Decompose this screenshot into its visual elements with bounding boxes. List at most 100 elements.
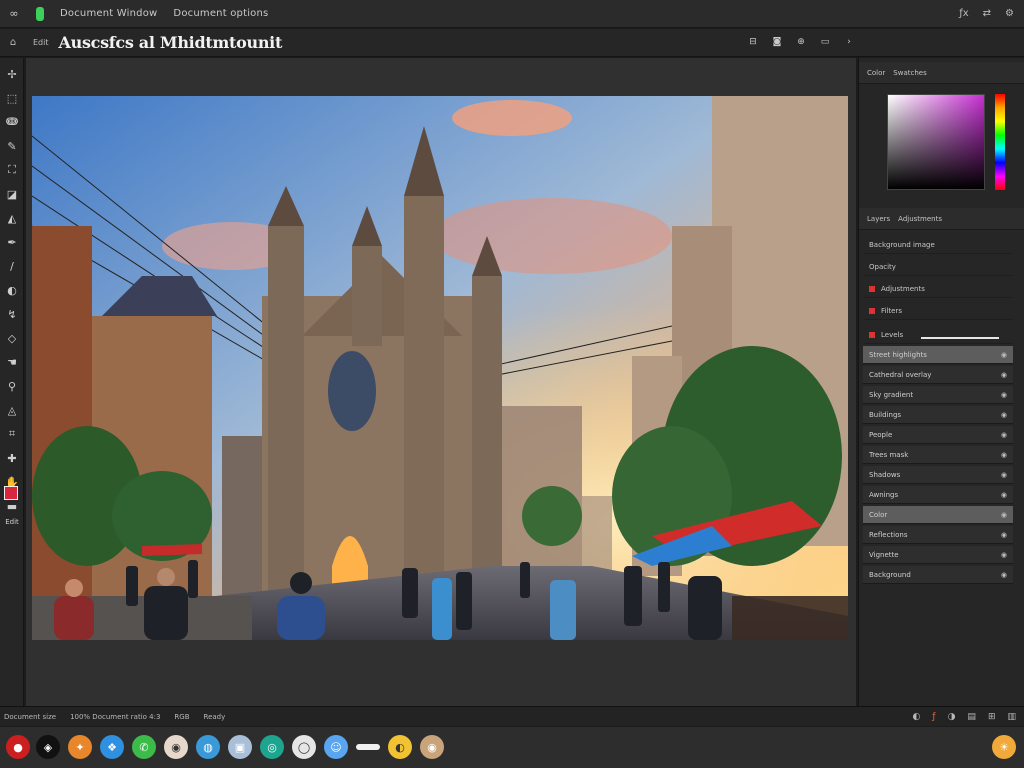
prop-row[interactable]: Filters bbox=[863, 302, 1013, 320]
marquee-tool-icon[interactable]: ⬚ bbox=[2, 88, 22, 108]
layer-row[interactable]: Cathedral overlay ◉ bbox=[863, 366, 1013, 384]
mask-icon[interactable]: ◐ bbox=[913, 712, 921, 722]
new-layer-icon[interactable]: ⊞ bbox=[988, 712, 996, 722]
swap-icon[interactable]: ⇄ bbox=[983, 8, 991, 19]
visibility-eye-icon[interactable]: ◉ bbox=[1001, 471, 1007, 479]
settings-icon[interactable]: ⚙ bbox=[1005, 8, 1014, 19]
chrome-dock-icon[interactable]: ◐ bbox=[388, 735, 412, 759]
layer-name: Vignette bbox=[869, 550, 899, 559]
camera-icon[interactable]: ◙ bbox=[770, 37, 784, 49]
adjust-icon[interactable]: ◑ bbox=[948, 712, 956, 722]
tab-swatches[interactable]: Swatches bbox=[893, 69, 926, 77]
teal-app-dock-icon[interactable]: ◎ bbox=[260, 735, 284, 759]
heal-tool-icon[interactable]: ✚ bbox=[2, 448, 22, 468]
layer-row[interactable]: People ◉ bbox=[863, 426, 1013, 444]
tools-label: Edit bbox=[5, 518, 19, 526]
menu-item-document-window[interactable]: Document Window bbox=[60, 8, 157, 19]
pill-dock-icon[interactable] bbox=[356, 744, 380, 750]
photos-dock-icon[interactable]: ◉ bbox=[164, 735, 188, 759]
prop-row[interactable]: Opacity bbox=[863, 258, 1013, 276]
fx-small-icon[interactable]: ƒ bbox=[932, 712, 935, 722]
text-tool-icon[interactable]: ◐ bbox=[2, 280, 22, 300]
layer-row[interactable]: Buildings ◉ bbox=[863, 406, 1013, 424]
visibility-eye-icon[interactable]: ◉ bbox=[1001, 411, 1007, 419]
document-tag[interactable]: Edit bbox=[33, 38, 49, 47]
hue-slider[interactable] bbox=[995, 94, 1005, 190]
brush-tool-icon[interactable]: ✎ bbox=[2, 136, 22, 156]
layer-row[interactable]: Trees mask ◉ bbox=[863, 446, 1013, 464]
dodge-tool-icon[interactable]: / bbox=[2, 256, 22, 276]
prop-row[interactable]: Background image bbox=[863, 236, 1013, 254]
app-dock: ● ◈ ✦ ❖ ✆ ◉ ◍ ▣ ◎ ◯ ☺ ◐ ◉ ☀ bbox=[0, 727, 1024, 768]
trash-icon[interactable]: ▥ bbox=[1007, 712, 1016, 722]
visibility-eye-icon[interactable]: ◉ bbox=[1001, 431, 1007, 439]
visibility-eye-icon[interactable]: ◉ bbox=[1001, 351, 1007, 359]
camera-dock-icon[interactable]: ◉ bbox=[420, 735, 444, 759]
layer-row[interactable]: Vignette ◉ bbox=[863, 546, 1013, 564]
layer-name: Cathedral overlay bbox=[869, 370, 932, 379]
home-icon[interactable]: ⌂ bbox=[5, 37, 21, 48]
visibility-eye-icon[interactable]: ◉ bbox=[1001, 451, 1007, 459]
prop-row[interactable]: Adjustments bbox=[863, 280, 1013, 298]
layer-row[interactable]: Reflections ◉ bbox=[863, 526, 1013, 544]
layer-row[interactable]: Street highlights ◉ bbox=[863, 346, 1013, 364]
layer-row[interactable]: Awnings ◉ bbox=[863, 486, 1013, 504]
menu-bar: ∞ Document Window Document options ƒx ⇄ … bbox=[0, 0, 1024, 28]
preview-dock-icon[interactable]: ▣ bbox=[228, 735, 252, 759]
color-picker-field[interactable] bbox=[887, 94, 985, 190]
visibility-eye-icon[interactable]: ◉ bbox=[1001, 511, 1007, 519]
status-bar: Document size 100% Document ratio 4:3 RG… bbox=[0, 706, 1024, 726]
foreground-color-swatch[interactable] bbox=[4, 486, 18, 500]
zoom-tool-icon[interactable]: ⚲ bbox=[2, 376, 22, 396]
finder-dock-icon[interactable]: ☺ bbox=[324, 735, 348, 759]
move-tool-icon[interactable]: ✢ bbox=[2, 64, 22, 84]
shape-tool-icon[interactable]: ◇ bbox=[2, 328, 22, 348]
eyedropper-tool-icon[interactable]: ◬ bbox=[2, 400, 22, 420]
menu-item-document-options[interactable]: Document options bbox=[173, 8, 268, 19]
status-zoom[interactable]: 100% Document ratio 4:3 bbox=[70, 713, 160, 721]
layer-row[interactable]: Background ◉ bbox=[863, 566, 1013, 584]
app-logo-icon[interactable]: ∞ bbox=[6, 6, 22, 22]
prop-row[interactable]: Levels bbox=[863, 326, 1013, 344]
eraser-tool-icon[interactable]: ◪ bbox=[2, 184, 22, 204]
visibility-eye-icon[interactable]: ◉ bbox=[1001, 531, 1007, 539]
blue-app-dock-icon[interactable]: ❖ bbox=[100, 735, 124, 759]
frame-icon[interactable]: ▭ bbox=[818, 37, 832, 49]
stamp-tool-icon[interactable]: ⛶ bbox=[2, 160, 22, 180]
layer-row[interactable]: Shadows ◉ bbox=[863, 466, 1013, 484]
prop-label: Opacity bbox=[869, 262, 896, 271]
white-app-dock-icon[interactable]: ◯ bbox=[292, 735, 316, 759]
lasso-tool-icon[interactable]: ↈ bbox=[2, 112, 22, 132]
visibility-eye-icon[interactable]: ◉ bbox=[1001, 491, 1007, 499]
visibility-eye-icon[interactable]: ◉ bbox=[1001, 551, 1007, 559]
canvas-photo[interactable] bbox=[32, 96, 848, 640]
crop-tool-icon[interactable]: ⌗ bbox=[2, 424, 22, 444]
globe-dock-icon[interactable]: ◍ bbox=[196, 735, 220, 759]
orange-app-dock-icon[interactable]: ✦ bbox=[68, 735, 92, 759]
visibility-eye-icon[interactable]: ◉ bbox=[1001, 571, 1007, 579]
pen-tool-icon[interactable]: ✒ bbox=[2, 232, 22, 252]
visibility-eye-icon[interactable]: ◉ bbox=[1001, 371, 1007, 379]
tab-adjustments[interactable]: Adjustments bbox=[898, 215, 942, 223]
tab-layers[interactable]: Layers bbox=[867, 215, 890, 223]
hand-tool-icon[interactable]: ☚ bbox=[2, 352, 22, 372]
indicator-icon bbox=[869, 285, 875, 292]
align-left-icon[interactable]: ⊟ bbox=[746, 37, 760, 49]
record-dock-icon[interactable]: ● bbox=[6, 735, 30, 759]
layer-row[interactable]: Sky gradient ◉ bbox=[863, 386, 1013, 404]
fx-icon[interactable]: ƒx bbox=[959, 8, 968, 19]
chevron-right-icon[interactable]: › bbox=[842, 37, 856, 49]
layer-row[interactable]: Color ◉ bbox=[863, 506, 1013, 524]
messages-dock-icon[interactable]: ✆ bbox=[132, 735, 156, 759]
status-color-mode: RGB bbox=[174, 712, 190, 721]
opacity-slider[interactable] bbox=[921, 337, 999, 339]
tab-color[interactable]: Color bbox=[867, 69, 885, 77]
sun-dock-icon[interactable]: ☀ bbox=[992, 735, 1016, 759]
path-tool-icon[interactable]: ↯ bbox=[2, 304, 22, 324]
folder-icon[interactable]: ▤ bbox=[967, 712, 976, 722]
visibility-eye-icon[interactable]: ◉ bbox=[1001, 391, 1007, 399]
shield-dock-icon[interactable]: ◈ bbox=[36, 735, 60, 759]
status-indicator-icon bbox=[36, 6, 44, 21]
link-icon[interactable]: ⊕ bbox=[794, 37, 808, 49]
gradient-tool-icon[interactable]: ◭ bbox=[2, 208, 22, 228]
